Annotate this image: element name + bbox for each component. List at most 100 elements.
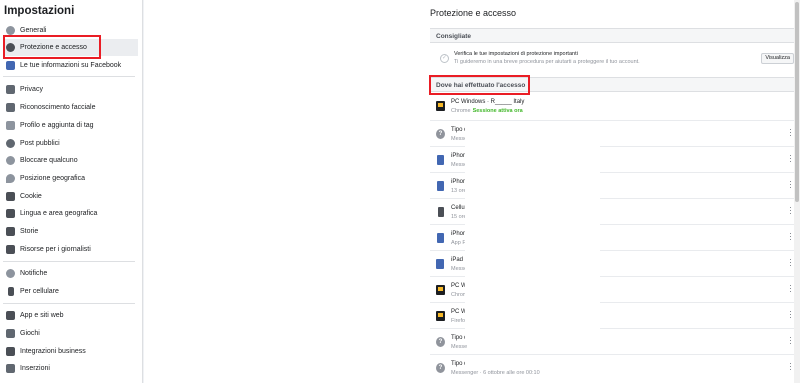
more-options-icon[interactable] [789,363,792,372]
more-options-icon[interactable] [789,233,792,242]
sidebar-item-label: Profilo e aggiunta di tag [20,122,94,129]
sidebar-item-integrazioni[interactable]: Integrazioni business [3,343,138,360]
sidebar-item-riconoscimento[interactable]: Riconoscimento facciale [3,99,138,116]
sidebar-item-cellulare[interactable]: Per cellulare [3,283,138,300]
sidebar-item-label: Riconoscimento facciale [20,104,96,111]
sidebar-item-label: Bloccare qualcuno [20,157,78,164]
page-title: Protezione e accesso [430,8,517,18]
sidebar-title: Impostazioni [4,5,75,17]
active-session-label: Sessione attiva ora [472,108,523,114]
sidebar-divider [3,261,135,262]
business-icon [6,347,15,356]
sidebar-item-lingua[interactable]: Lingua e area geografica [3,205,138,222]
sidebar-item-label: App e siti web [20,312,64,319]
sidebar-item-label: Storie [20,228,39,235]
more-options-icon[interactable] [789,155,792,164]
sidebar-divider [3,303,135,304]
sidebar-item-cookie[interactable]: Cookie [3,188,138,205]
device-sub: Chrome Sessione attiva ora [451,108,523,114]
book-icon [6,227,15,236]
highlight-box-protezione [3,35,101,59]
sidebar-item-inserzioni[interactable]: Inserzioni [3,360,138,377]
block-user-icon [6,156,15,165]
sidebar-item-label: Notifiche [20,270,48,277]
device-row-current[interactable]: PC Windows · R_____ Italy Chrome Sessione… [430,93,800,121]
globe-icon [6,139,15,148]
scrollbar-thumb[interactable] [795,2,799,202]
recommended-line1: Verifica le tue impostazioni di protezio… [454,51,578,57]
phone-icon [437,155,444,165]
sidebar-item-label: Giochi [20,330,40,337]
sidebar-item-label: Risorse per i giornalisti [20,246,91,253]
gamepad-icon [6,329,15,338]
sidebar-item-label: Le tue informazioni su Facebook [20,62,122,69]
sidebar-item-profilo-tag[interactable]: Profilo e aggiunta di tag [3,117,138,134]
recommended-heading: Consigliate [430,28,800,43]
gear-icon [6,26,15,35]
settings-sidebar: Impostazioni Generali Protezione e acces… [0,0,143,383]
sidebar-item-label: Lingua e area geografica [20,210,98,217]
sidebar-item-post-pubblici[interactable]: Post pubblici [3,135,138,152]
sidebar-item-label: Posizione geografica [20,175,85,182]
sidebar-item-label: Generali [20,27,47,34]
highlight-box-where [429,75,530,95]
sidebar-item-giochi[interactable]: Giochi [3,325,138,342]
sidebar-item-label: Post pubblici [20,140,60,147]
more-options-icon[interactable] [789,337,792,346]
ads-icon [6,364,15,373]
sidebar-item-app-siti[interactable]: App e siti web [3,307,138,324]
recommended-row: ✓ Verifica le tue impostazioni di protez… [430,45,800,73]
sidebar-item-bloccare[interactable]: Bloccare qualcuno [3,152,138,169]
lock-icon [6,85,15,94]
cookie-icon [6,192,15,201]
check-circle-icon: ✓ [440,54,449,63]
sidebar-divider [3,76,135,77]
tablet-icon [436,259,444,269]
question-icon: ? [436,363,445,373]
more-options-icon[interactable] [789,285,792,294]
sidebar-item-label: Integrazioni business [20,348,86,355]
sidebar-item-storie[interactable]: Storie [3,223,138,240]
scrollbar[interactable] [794,0,800,383]
device-name: Cellul [451,205,467,211]
sidebar-item-label: Privacy [20,86,43,93]
more-options-icon[interactable] [789,259,792,268]
tag-icon [6,121,15,130]
mobile-icon [438,207,444,217]
more-options-icon[interactable] [789,207,792,216]
mobile-icon [8,287,14,296]
more-options-icon[interactable] [789,311,792,320]
sidebar-item-notifiche[interactable]: Notifiche [3,265,138,282]
more-options-icon[interactable] [789,129,792,138]
sidebar-item-privacy[interactable]: Privacy [3,81,138,98]
phone-icon [437,233,444,243]
question-icon: ? [436,337,445,347]
face-icon [6,103,15,112]
device-sub: Messenger · 6 ottobre alle ore 00:10 [451,370,540,376]
apps-icon [6,311,15,320]
visualizza-button[interactable]: Visualizza [761,53,794,64]
question-icon: ? [436,129,445,139]
device-sub: Firefo [451,318,466,324]
phone-icon [437,181,444,191]
recommended-line2: Ti guideremo in una breve procedura per … [454,59,640,65]
sidebar-item-label: Cookie [20,193,42,200]
globe-notification-icon [6,269,15,278]
more-options-icon[interactable] [789,181,792,190]
facebook-icon [6,61,15,70]
pc-icon [436,285,445,295]
pc-icon [436,311,445,321]
device-name: PC Windows · R_____ Italy [451,99,525,105]
journalist-icon [6,245,15,254]
device-sub: Messe [451,344,468,350]
location-pin-icon [6,174,15,183]
redaction-mask [465,123,600,341]
sidebar-item-info-facebook[interactable]: Le tue informazioni su Facebook [3,57,138,74]
main-content: Protezione e accesso Consigliate ✓ Verif… [144,0,800,383]
sidebar-item-label: Per cellulare [20,288,59,295]
sidebar-item-posizione[interactable]: Posizione geografica [3,170,138,187]
sidebar-item-giornalisti[interactable]: Risorse per i giornalisti [3,241,138,258]
device-sub: App F [451,240,466,246]
redaction-mask [465,358,600,370]
pc-icon [436,101,445,111]
